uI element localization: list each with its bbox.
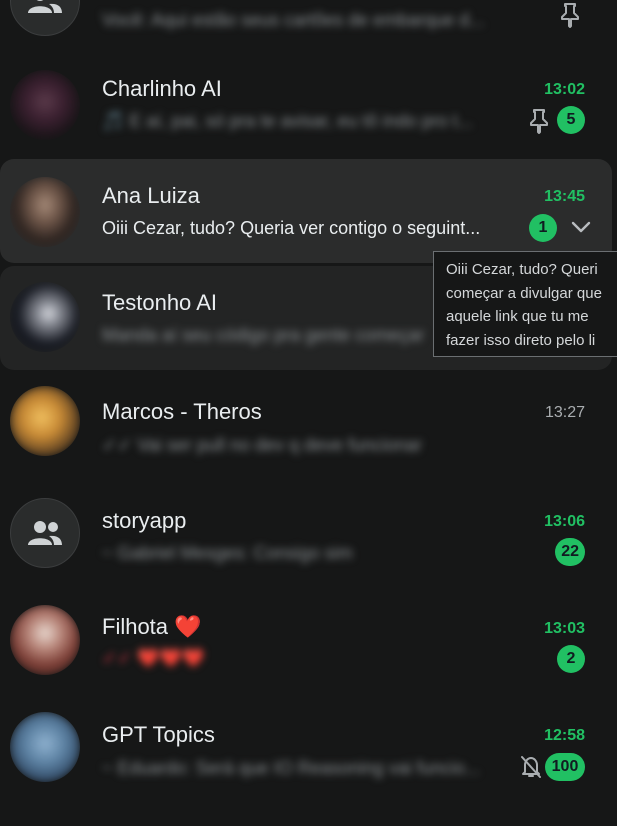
chat-time: 13:06 (544, 513, 585, 530)
chat-name: storyapp (102, 508, 187, 533)
avatar (10, 712, 80, 782)
unread-badge: 100 (545, 753, 585, 781)
chat-row-marcos-theros[interactable]: Marcos - Theros 13:27 ✓✓ Vai ser pull no… (0, 360, 612, 464)
chat-row-filhota[interactable]: Filhota ❤️ 13:03 ✓✓ ❤️❤️❤️ 2 (0, 575, 612, 679)
chat-preview: ✓✓ ❤️❤️❤️ (102, 648, 205, 668)
chat-time: 13:27 (544, 404, 585, 421)
pin-icon (530, 109, 548, 134)
tooltip-line: aquele link que tu me (446, 308, 589, 325)
avatar (10, 386, 80, 456)
group-icon (28, 521, 62, 545)
chat-preview: 🎵 E aí, pai, só pra te avisar, eu tô ind… (102, 111, 473, 131)
chat-preview: Você: Aqui estão seus cartões de embarqu… (102, 10, 485, 30)
message-preview-tooltip: Oiii Cezar, tudo? Queri começar a divulg… (433, 251, 617, 357)
chat-name: GPT Topics (102, 722, 215, 747)
avatar (10, 70, 80, 140)
chat-time: 13:45 (544, 188, 585, 205)
chat-row-storyapp[interactable]: storyapp 13:06 ~ Gabriel Mesges: Consigo… (0, 468, 612, 572)
unread-badge: 1 (529, 214, 557, 242)
chat-name: Filhota ❤️ (102, 614, 202, 639)
group-avatar (10, 498, 80, 568)
avatar (10, 282, 80, 352)
pin-icon (561, 3, 579, 28)
avatar (10, 605, 80, 675)
chat-name: Charlinho AI (102, 76, 222, 101)
chat-row-gpt-topics[interactable]: GPT Topics 12:58 ~ Eduardo: Será que IO … (0, 682, 612, 786)
chat-preview: Manda aí seu código pra gente começar (102, 325, 425, 345)
chat-row-charlinho-ai[interactable]: Charlinho AI 13:02 🎵 E aí, pai, só pra t… (0, 54, 612, 158)
chat-name: Ana Luiza (102, 183, 200, 208)
chat-preview: ~ Gabriel Mesges: Consigo sim (102, 543, 353, 563)
tooltip-line: fazer isso direto pelo li (446, 331, 596, 349)
chat-list: Você: Aqui estão seus cartões de embarqu… (0, 0, 617, 826)
unread-badge: 22 (555, 538, 585, 566)
chat-time: 13:03 (544, 620, 585, 637)
unread-badge: 5 (557, 106, 585, 134)
group-icon (28, 0, 62, 13)
group-avatar (10, 0, 80, 36)
unread-badge: 2 (557, 645, 585, 673)
chat-name: Marcos - Theros (102, 399, 262, 424)
chat-preview: Oiii Cezar, tudo? Queria ver contigo o s… (102, 218, 481, 238)
tooltip-line: começar a divulgar que (446, 284, 602, 302)
chat-preview: ~ Eduardo: Será que IO Reasoning vai fun… (102, 758, 480, 778)
avatar (10, 177, 80, 247)
chat-time: 13:02 (544, 81, 585, 98)
chat-name: Testonho AI (102, 290, 217, 315)
chat-row[interactable]: Você: Aqui estão seus cartões de embarqu… (0, 0, 612, 56)
bell-off-icon (521, 756, 541, 778)
chat-preview: ✓✓ Vai ser pull no dev q deve funcionar (102, 435, 423, 455)
chat-time: 12:58 (544, 727, 585, 744)
chevron-down-icon[interactable] (570, 218, 592, 236)
tooltip-line: Oiii Cezar, tudo? Queri (446, 261, 598, 278)
chat-row-ana-luiza[interactable]: Ana Luiza 13:45 Oiii Cezar, tudo? Queria… (0, 159, 612, 263)
